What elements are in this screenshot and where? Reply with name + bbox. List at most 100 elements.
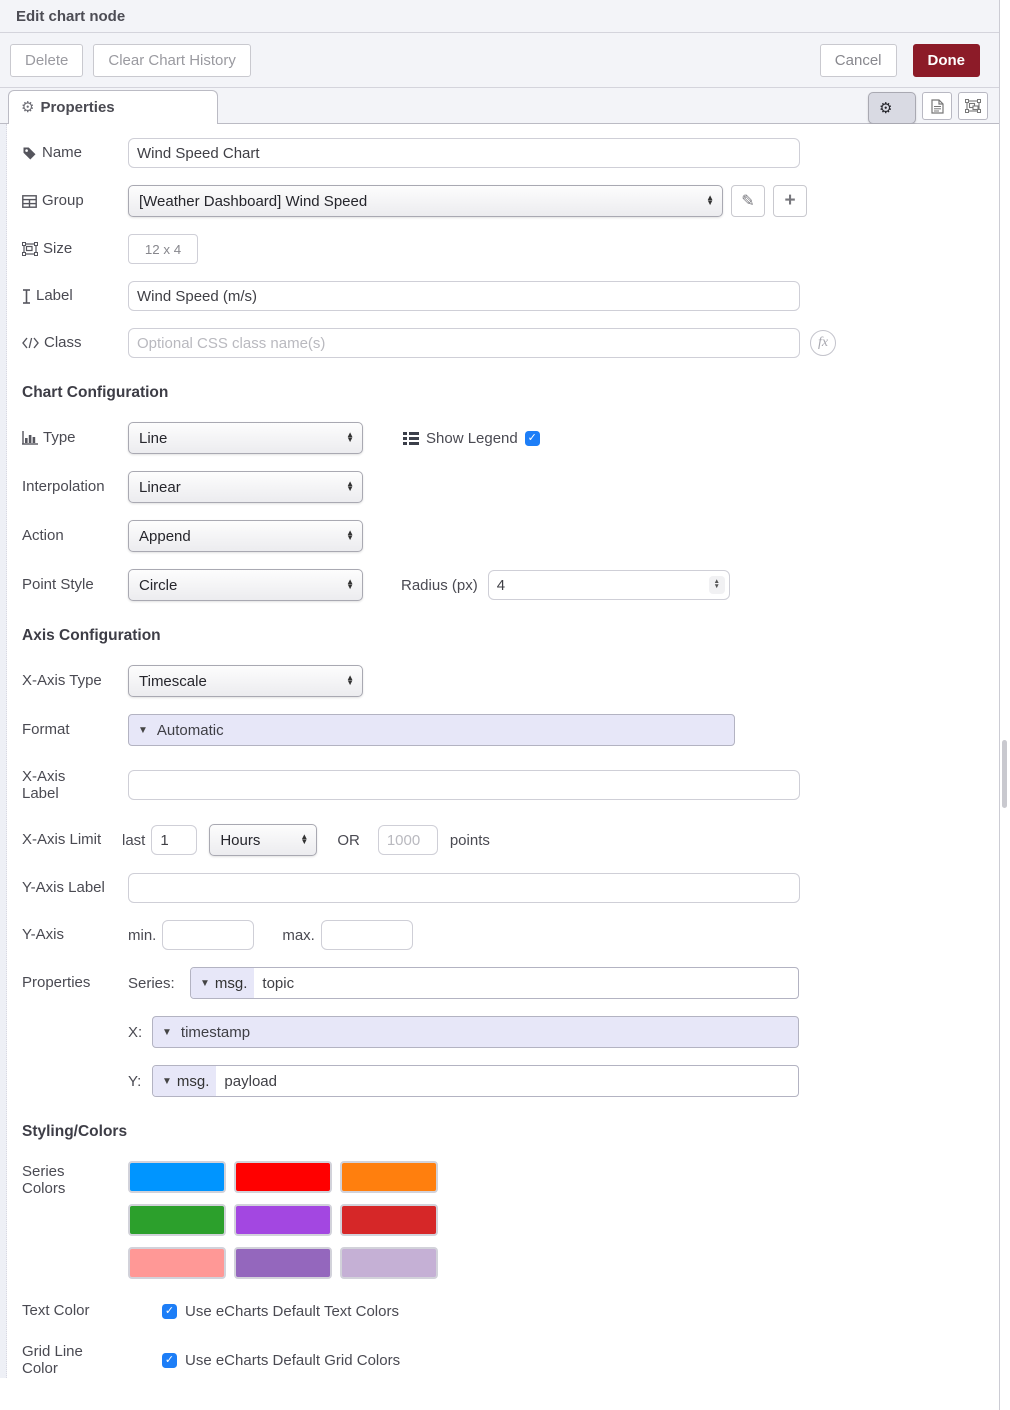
limit-unit-select[interactable]: Hours ▲▼: [209, 824, 317, 856]
x-axis-label-input[interactable]: [128, 770, 800, 800]
dialog-toolbar: Delete Clear Chart History Cancel Done: [0, 33, 1000, 88]
limit-last-label: last: [122, 832, 145, 849]
row-type: Type Line ▲▼ Show Legend: [22, 422, 1000, 454]
limit-value-input[interactable]: [151, 825, 197, 855]
color-swatch[interactable]: [340, 1204, 438, 1236]
point-style-select[interactable]: Circle ▲▼: [128, 569, 363, 601]
edit-group-button[interactable]: ✎: [731, 185, 765, 217]
row-x-axis-type: X-Axis Type Timescale ▲▼: [22, 665, 1000, 697]
i-cursor-icon: [22, 289, 31, 304]
node-appearance-button[interactable]: [958, 92, 988, 120]
label-label: Label: [22, 287, 128, 304]
plus-icon: +: [784, 190, 795, 212]
x-type-button[interactable]: ▼: [153, 1017, 179, 1047]
show-legend-label: Show Legend: [426, 430, 518, 447]
label-input[interactable]: [128, 281, 800, 311]
limit-points-input[interactable]: [378, 825, 438, 855]
name-label: Name: [22, 144, 128, 161]
tab-properties[interactable]: ⚙ Properties: [8, 90, 218, 124]
editor-view-buttons: ⚙: [868, 92, 988, 124]
gear-icon: ⚙: [879, 99, 892, 117]
color-swatch[interactable]: [340, 1161, 438, 1193]
x-property-label: X:: [128, 1024, 152, 1041]
radius-input[interactable]: [488, 570, 730, 600]
class-input[interactable]: [128, 328, 800, 358]
color-swatch[interactable]: [340, 1247, 438, 1279]
properties-label: Properties: [22, 974, 128, 991]
action-label: Action: [22, 527, 128, 544]
scrollbar-thumb[interactable]: [1002, 740, 1007, 808]
color-swatch[interactable]: [128, 1161, 226, 1193]
grid-color-checkbox[interactable]: [162, 1353, 177, 1368]
color-swatch[interactable]: [128, 1247, 226, 1279]
add-group-button[interactable]: +: [773, 185, 807, 217]
cancel-button[interactable]: Cancel: [820, 44, 897, 77]
row-grid-color: Grid Line Color Use eCharts Default Grid…: [22, 1343, 1000, 1378]
class-label: Class: [22, 334, 128, 351]
object-group-icon: [22, 242, 38, 256]
color-swatch[interactable]: [128, 1204, 226, 1236]
text-color-checkbox[interactable]: [162, 1304, 177, 1319]
axis-configuration-heading: Axis Configuration: [22, 627, 1000, 645]
group-select[interactable]: [Weather Dashboard] Wind Speed ▲▼: [128, 185, 723, 217]
select-arrows-icon: ▲▼: [346, 676, 354, 686]
y-property-typedinput[interactable]: ▼ msg. payload: [152, 1065, 799, 1097]
row-name: Name: [22, 138, 1000, 168]
y-property-label: Y:: [128, 1073, 152, 1090]
row-x-axis-limit: X-Axis Limit last Hours ▲▼ OR points: [22, 824, 1000, 856]
row-x-property: X: ▼ timestamp: [22, 1016, 1000, 1048]
chevron-down-icon: ▼: [162, 1027, 172, 1038]
row-y-axis: Y-Axis min. max.: [22, 920, 1000, 950]
color-swatch[interactable]: [234, 1161, 332, 1193]
size-button[interactable]: 12 x 4: [128, 234, 198, 264]
x-axis-type-label: X-Axis Type: [22, 672, 128, 689]
row-series-colors: Series Colors: [22, 1161, 1000, 1279]
group-label: Group: [22, 192, 128, 209]
y-min-label: min.: [128, 927, 156, 944]
grid-color-checkbox-label: Use eCharts Default Grid Colors: [185, 1352, 400, 1369]
color-swatch[interactable]: [234, 1204, 332, 1236]
show-legend-checkbox[interactable]: [525, 431, 540, 446]
size-label: Size: [22, 240, 128, 257]
node-description-button[interactable]: [922, 92, 952, 120]
y-axis-label-input[interactable]: [128, 873, 800, 903]
y-max-label: max.: [282, 927, 315, 944]
node-settings-button[interactable]: ⚙: [868, 92, 916, 124]
action-select[interactable]: Append ▲▼: [128, 520, 363, 552]
y-max-input[interactable]: [321, 920, 413, 950]
color-swatch[interactable]: [234, 1247, 332, 1279]
interpolation-select[interactable]: Linear ▲▼: [128, 471, 363, 503]
radius-label: Radius (px): [401, 577, 478, 594]
tab-strip: ⚙ Properties ⚙: [0, 88, 1000, 124]
x-property-typedinput[interactable]: ▼ timestamp: [152, 1016, 799, 1048]
row-x-axis-label: X-Axis Label: [22, 763, 1000, 807]
type-select[interactable]: Line ▲▼: [128, 422, 363, 454]
name-input[interactable]: [128, 138, 800, 168]
row-y-axis-label: Y-Axis Label: [22, 873, 1000, 903]
chevron-down-icon: ▼: [138, 725, 148, 736]
chart-configuration-heading: Chart Configuration: [22, 384, 1000, 402]
x-axis-limit-label: X-Axis Limit: [22, 831, 122, 848]
row-size: Size 12 x 4: [22, 234, 1000, 264]
clear-chart-history-button[interactable]: Clear Chart History: [93, 44, 251, 77]
x-axis-type-select[interactable]: Timescale ▲▼: [128, 665, 363, 697]
row-text-color: Text Color Use eCharts Default Text Colo…: [22, 1296, 1000, 1326]
point-style-label: Point Style: [22, 576, 128, 593]
vertical-scrollbar[interactable]: [999, 0, 1010, 1410]
row-y-property: Y: ▼ msg. payload: [22, 1065, 1000, 1097]
y-min-input[interactable]: [162, 920, 254, 950]
series-type-button[interactable]: ▼ msg.: [191, 968, 254, 998]
series-colors-grid: [128, 1161, 438, 1279]
row-format: Format ▼ Automatic: [22, 714, 1000, 746]
y-type-button[interactable]: ▼ msg.: [153, 1066, 216, 1096]
series-typedinput[interactable]: ▼ msg. topic: [190, 967, 799, 999]
delete-button[interactable]: Delete: [10, 44, 83, 77]
y-axis-label: Y-Axis: [22, 926, 128, 943]
interpolation-label: Interpolation: [22, 478, 128, 495]
done-button[interactable]: Done: [913, 44, 981, 77]
select-arrows-icon: ▲▼: [300, 835, 308, 845]
select-arrows-icon: ▲▼: [346, 531, 354, 541]
format-typedinput[interactable]: ▼ Automatic: [128, 714, 735, 746]
styling-colors-heading: Styling/Colors: [22, 1123, 1000, 1141]
number-spinner-icon[interactable]: ▲▼: [709, 576, 725, 594]
